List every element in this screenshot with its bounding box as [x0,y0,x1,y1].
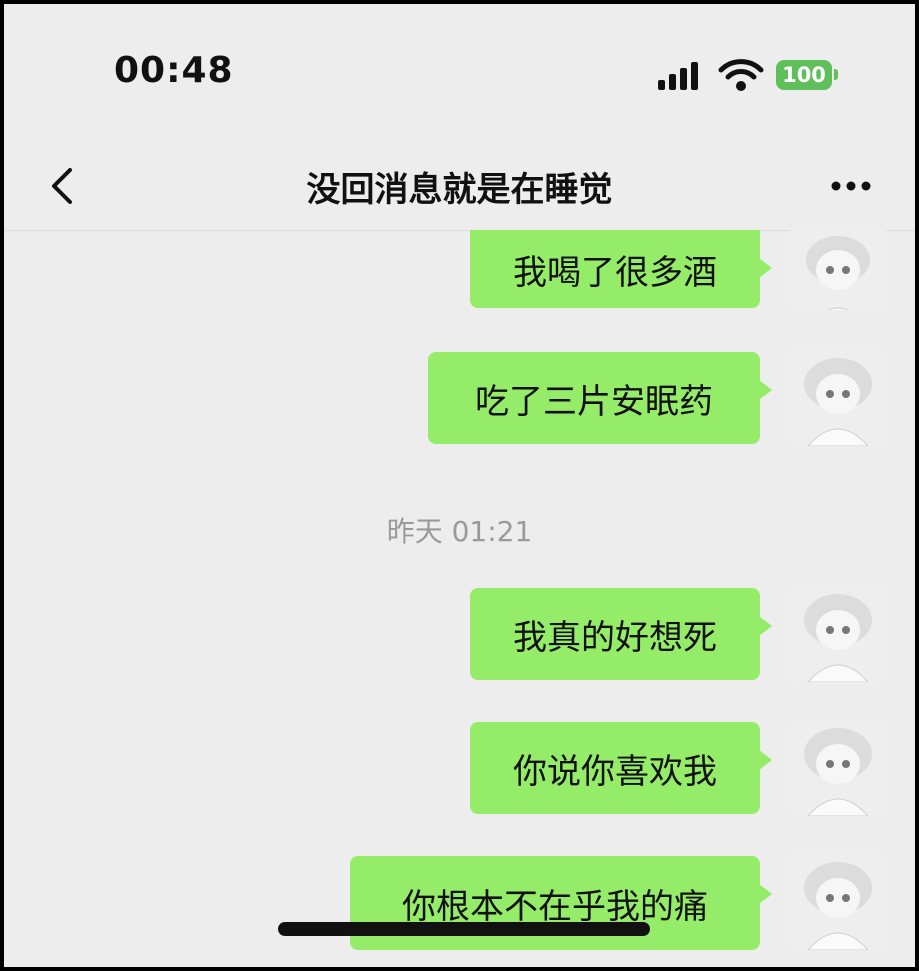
message-timestamp: 昨天 01:21 [386,515,533,548]
chat-title: 没回消息就是在睡觉 [306,170,613,210]
avatar-doll-icon [790,854,886,950]
message-text: 你根本不在乎我的痛 [402,886,708,927]
avatar[interactable] [790,720,886,816]
avatar-doll-icon [790,586,886,682]
status-bar: 00:48 100 [4,4,915,144]
message-bubble[interactable]: 吃了三片安眠药 [428,352,772,444]
message-text: 你说你喜欢我 [513,751,717,792]
chat-screen: 00:48 100 没回消息就是在睡觉 我喝了很多酒 吃了三片安眠药 昨天 01… [4,4,915,967]
battery-indicator: 100 [776,60,832,90]
message-text: 吃了三片安眠药 [475,381,713,422]
avatar-doll-icon [790,720,886,816]
message-bubble[interactable]: 我喝了很多酒 [470,230,772,308]
message-bubble[interactable]: 你说你喜欢我 [470,722,772,814]
avatar[interactable] [790,586,886,682]
message-text: 我喝了很多酒 [513,252,717,293]
message-bubble[interactable]: 我真的好想死 [470,588,772,680]
more-dots-icon[interactable] [826,166,876,206]
cellular-signal-icon [658,62,698,90]
avatar-doll-icon [790,350,886,446]
wifi-icon [718,59,764,91]
status-time: 00:48 [114,50,234,91]
avatar-doll-icon [790,230,886,310]
message-text: 我真的好想死 [513,617,717,658]
battery-tip [834,69,838,80]
avatar[interactable] [790,230,886,310]
avatar[interactable] [790,350,886,446]
chat-header: 没回消息就是在睡觉 [4,144,915,231]
home-indicator[interactable] [278,922,650,936]
avatar[interactable] [790,854,886,950]
